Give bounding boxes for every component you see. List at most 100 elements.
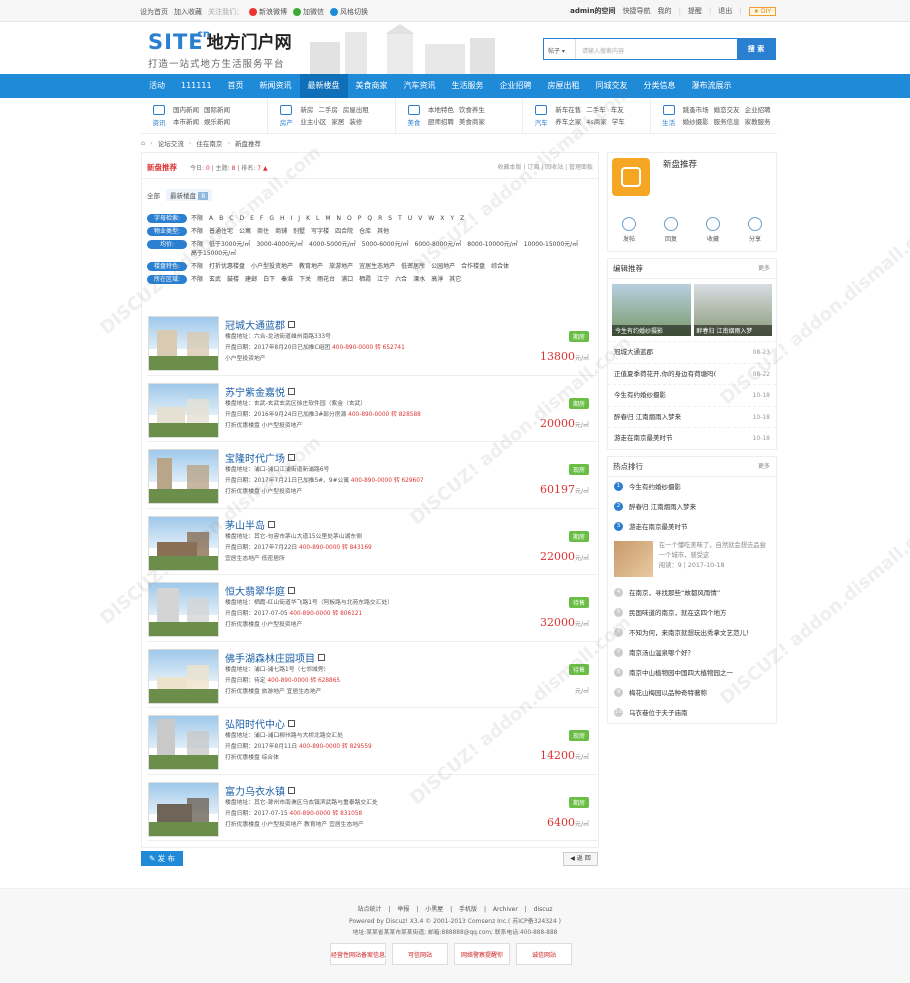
filter-option[interactable]: 玄武: [209, 275, 221, 284]
filter-option[interactable]: 公寓: [239, 227, 251, 236]
filter-option[interactable]: K: [306, 214, 310, 223]
editor-list-item[interactable]: 游走在南京最美时节 10-18: [608, 427, 776, 449]
filter-option[interactable]: 秦淮: [281, 275, 293, 284]
subnav-link[interactable]: 本地特色: [428, 106, 454, 114]
filter-option[interactable]: 白下: [263, 275, 275, 284]
subnav-group-name[interactable]: 资讯: [151, 117, 167, 127]
subnav-link[interactable]: 国际新闻: [204, 106, 230, 114]
editor-list-item[interactable]: 冠城大通蓝郡 08-23: [608, 341, 776, 363]
nav-item[interactable]: 企业招聘: [492, 74, 540, 98]
filter-option[interactable]: U: [408, 214, 412, 223]
filter-option[interactable]: 其他: [377, 227, 389, 236]
nav-item[interactable]: 最新楼盘: [299, 74, 348, 98]
filter-option[interactable]: 高淳: [431, 275, 443, 284]
filter-option[interactable]: W: [428, 214, 434, 223]
style-switch-link[interactable]: 风格切换: [330, 7, 368, 17]
featured-article[interactable]: 在一个懂吃美味了，自然就会想去品尝一个城市，感受这 阅读：9 | 2017-10-…: [608, 537, 776, 583]
checkbox-icon[interactable]: [268, 520, 275, 528]
footer-badge[interactable]: 经营性网站备案信息: [330, 943, 386, 965]
filter-option[interactable]: 宜居生态地产: [359, 262, 395, 271]
logout-link[interactable]: 退出: [718, 6, 732, 16]
subnav-group-name[interactable]: 生活: [661, 117, 677, 127]
nav-item[interactable]: 首页: [220, 74, 252, 98]
hot-item[interactable]: 9 梅花山梅园以品种奇特著称: [608, 683, 776, 703]
hot-item[interactable]: 4 在南京，寻找那些“故都风雨情”: [608, 583, 776, 603]
property-name-text[interactable]: 苏宁紫金嘉悦: [225, 384, 285, 399]
footer-link[interactable]: 小黑屋: [425, 906, 443, 913]
subnav-link[interactable]: 房屋出租: [343, 106, 369, 114]
hot-more-link[interactable]: 更多: [758, 457, 770, 477]
filter-option[interactable]: 不限: [191, 214, 203, 223]
search-input[interactable]: 请输入搜索内容: [576, 39, 737, 59]
checkbox-icon[interactable]: [318, 653, 325, 661]
property-name-text[interactable]: 弘阳时代中心: [225, 716, 285, 731]
editor-list-item[interactable]: 正值夏季荷花开,你的身边有荷塘吗(08-22: [608, 362, 776, 385]
footer-link[interactable]: 举报: [397, 906, 409, 913]
hot-item[interactable]: 3 游走在南京最美时节: [608, 517, 776, 537]
filter-option[interactable]: F: [260, 214, 263, 223]
property-name[interactable]: 苏宁紫金嘉悦: [225, 384, 525, 399]
footer-badge[interactable]: 可信网站: [392, 943, 448, 965]
subnav-link[interactable]: 新车在售: [555, 106, 581, 114]
filter-option[interactable]: 不限: [191, 275, 203, 284]
nav-item[interactable]: 活动: [141, 74, 173, 98]
checkbox-icon[interactable]: [288, 587, 295, 594]
hot-item[interactable]: 8 南京中山植物园中国四大植物园之一: [608, 663, 776, 683]
property-item[interactable]: 茅山半岛 楼盘地址：其它-句容市茅山大道15公里处茅山湖东侧 开盘日期：2017年7…: [147, 509, 597, 575]
subnav-link[interactable]: 装修: [349, 118, 362, 126]
property-name[interactable]: 佛手湖森林庄园项目: [225, 650, 525, 665]
filter-option[interactable]: 教育地产: [299, 262, 323, 271]
property-name-text[interactable]: 宝隆时代广场: [225, 450, 285, 465]
filter-option[interactable]: 5000-6000元/㎡: [362, 240, 409, 249]
property-name[interactable]: 富力乌衣水镇: [225, 783, 525, 798]
property-name-text[interactable]: 茅山半岛: [225, 517, 265, 532]
filter-option[interactable]: 低密居所: [401, 262, 425, 271]
footer-link[interactable]: 手机版: [459, 906, 477, 913]
filter-option[interactable]: 4000-5000元/㎡: [309, 240, 356, 249]
nav-item[interactable]: 新闻资讯: [252, 74, 300, 98]
mine-menu[interactable]: 我的: [658, 6, 672, 16]
subnav-group-name[interactable]: 汽车: [533, 117, 549, 127]
tab-all[interactable]: 全部: [147, 190, 160, 200]
diy-button[interactable]: ★ DIY: [748, 6, 776, 16]
property-name-text[interactable]: 佛手湖森林庄园项目: [225, 650, 315, 665]
editor-list-item[interactable]: 今生有约婚纱摄影 10-18: [608, 384, 776, 406]
filter-option[interactable]: 下关: [299, 275, 311, 284]
filter-option[interactable]: 不限: [191, 240, 203, 249]
filter-option[interactable]: E: [250, 214, 254, 223]
hot-item[interactable]: 1 今生有约婚纱摄影: [608, 477, 776, 497]
filter-option[interactable]: G: [269, 214, 274, 223]
property-photo[interactable]: [148, 382, 219, 438]
filter-option[interactable]: 公园地产: [431, 262, 455, 271]
crumb-board[interactable]: 住在南京: [196, 138, 222, 148]
hot-item[interactable]: 5 民国味道的南京，就在这四个地方: [608, 603, 776, 623]
filter-option[interactable]: I: [291, 214, 293, 223]
subnav-link[interactable]: 家教服务: [745, 118, 771, 126]
filter-option[interactable]: 合作楼盘: [461, 262, 485, 271]
checkbox-icon[interactable]: [288, 454, 295, 461]
wechat-link[interactable]: 加微信: [293, 7, 324, 17]
hot-item[interactable]: 7 南京汤山温泉哪个好？: [608, 643, 776, 663]
action-1[interactable]: 回复: [650, 217, 692, 243]
footer-badge[interactable]: 网络警察提醒你: [454, 943, 510, 965]
action-3[interactable]: 分享: [734, 217, 776, 243]
checkbox-icon[interactable]: [288, 786, 295, 794]
hot-item[interactable]: 10 乌衣巷位于夫子庙南: [608, 703, 776, 723]
filter-option[interactable]: 商铺: [275, 227, 287, 236]
filter-option[interactable]: 别墅: [293, 227, 305, 236]
nav-item[interactable]: 生活服务: [444, 74, 492, 98]
home-icon[interactable]: ⌂: [141, 139, 145, 147]
subnav-link[interactable]: 4s商家: [586, 118, 607, 126]
filter-option[interactable]: 6000-8000元/㎡: [415, 240, 462, 249]
subnav-link[interactable]: 婚纱摄影: [683, 118, 709, 126]
property-name[interactable]: 宝隆时代广场: [225, 450, 525, 465]
property-photo[interactable]: [148, 648, 219, 704]
filter-option[interactable]: 旅游地产: [329, 262, 353, 271]
filter-option[interactable]: S: [388, 214, 392, 223]
crumb-forum[interactable]: 论坛交流: [158, 138, 184, 148]
filter-option[interactable]: X: [440, 214, 444, 223]
filter-option[interactable]: 商住: [257, 227, 269, 236]
subnav-link[interactable]: 新房: [300, 106, 313, 114]
subnav-link[interactable]: 家居: [331, 118, 344, 126]
filter-option[interactable]: M: [325, 214, 330, 223]
